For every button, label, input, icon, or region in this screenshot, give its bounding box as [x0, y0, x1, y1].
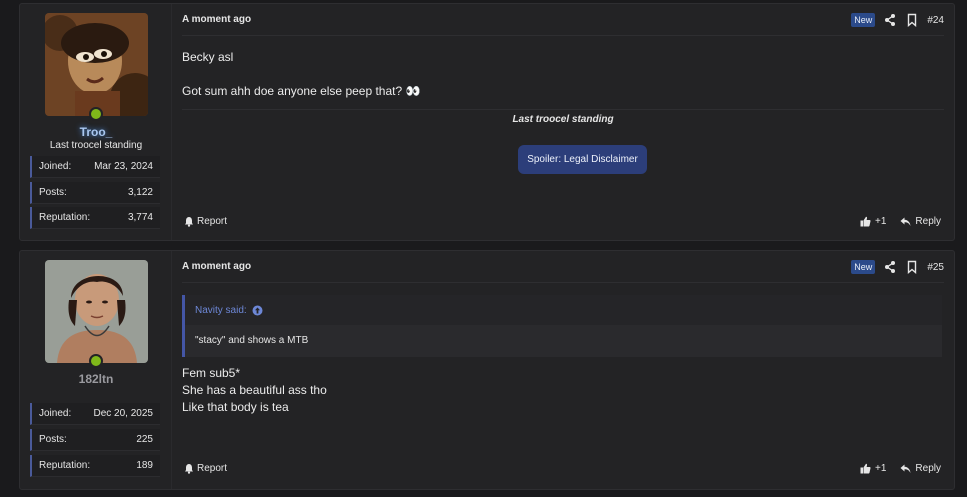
- post-footer-actions: +1 Reply: [860, 463, 941, 474]
- user-cell: Troo_ Last troocel standing Joined: Mar …: [20, 4, 172, 240]
- stat-joined: Joined: Mar 23, 2024: [30, 156, 160, 178]
- bell-icon: [185, 217, 193, 227]
- stat-value[interactable]: 3,122: [128, 187, 153, 198]
- reply-icon: [900, 464, 911, 473]
- bookmark-icon[interactable]: [905, 260, 919, 275]
- user-title: Last troocel standing: [49, 140, 143, 151]
- post-24: Troo_ Last troocel standing Joined: Mar …: [19, 3, 955, 241]
- message-line: Becky asl: [182, 50, 234, 64]
- share-icon[interactable]: [883, 260, 897, 274]
- stat-posts: Posts: 3,122: [30, 182, 160, 204]
- reply-icon: [900, 217, 911, 226]
- message-line: Got sum ahh doe anyone else peep that? 👀: [182, 84, 421, 98]
- reply-button[interactable]: Reply: [900, 463, 941, 474]
- stat-label: Joined:: [39, 408, 72, 419]
- post-header-actions: New #25: [851, 260, 944, 275]
- new-badge: New: [851, 260, 876, 274]
- post-number[interactable]: #24: [927, 15, 944, 26]
- stat-value: 3,774: [127, 212, 153, 223]
- stat-label: Reputation:: [39, 460, 91, 471]
- bell-icon: [185, 464, 193, 474]
- reply-label: Reply: [915, 463, 941, 474]
- quote-text: "stacy" and shows a MTB: [195, 335, 309, 346]
- divider: [182, 35, 944, 36]
- post-25: 182ltn Joined: Dec 20, 2025 Posts: 225 R…: [19, 250, 955, 490]
- thumbs-up-icon: [860, 463, 871, 474]
- signature-divider: [182, 109, 944, 110]
- divider: [182, 282, 944, 283]
- spoiler-button[interactable]: Spoiler: Legal Disclaimer: [518, 145, 647, 174]
- stat-posts: Posts: 225: [30, 429, 160, 451]
- message-line: Like that body is tea: [182, 400, 289, 414]
- message-line: Fem sub5*: [182, 366, 241, 380]
- report-button[interactable]: Report: [184, 463, 227, 474]
- username[interactable]: Troo_: [20, 125, 172, 139]
- reply-label: Reply: [915, 216, 941, 227]
- arrow-up-circle-icon[interactable]: [252, 305, 263, 316]
- quote-block: Navity said: "stacy" and shows a MTB: [182, 295, 942, 357]
- like-count: +1: [875, 463, 887, 474]
- like-button[interactable]: +1: [860, 216, 886, 227]
- post-timestamp[interactable]: A moment ago: [182, 261, 251, 272]
- report-label: Report: [197, 216, 228, 227]
- stat-joined: Joined: Dec 20, 2025: [30, 403, 160, 425]
- message-line: She has a beautiful ass tho: [182, 383, 327, 397]
- post-header-actions: New #24: [851, 13, 944, 28]
- signature: Last troocel standing: [512, 114, 614, 125]
- post-content: A moment ago New #24 Becky asl Got sum a…: [172, 4, 954, 240]
- stat-reputation: Reputation: 3,774: [30, 207, 160, 229]
- post-content: A moment ago New #25 Navity said: "stacy…: [172, 251, 954, 489]
- stat-label: Posts:: [39, 187, 67, 198]
- avatar[interactable]: [45, 260, 148, 363]
- stat-label: Posts:: [39, 434, 67, 445]
- username[interactable]: 182ltn: [20, 372, 172, 386]
- stat-value[interactable]: 225: [136, 434, 153, 445]
- share-icon[interactable]: [883, 13, 897, 27]
- post-timestamp[interactable]: A moment ago: [182, 14, 251, 25]
- new-badge: New: [851, 13, 876, 27]
- post-footer-actions: +1 Reply: [860, 216, 941, 227]
- stat-value: Dec 20, 2025: [93, 408, 154, 419]
- quote-header[interactable]: Navity said:: [185, 295, 942, 325]
- report-button[interactable]: Report: [184, 216, 227, 227]
- stat-label: Joined:: [39, 161, 72, 172]
- like-count: +1: [875, 216, 887, 227]
- reply-button[interactable]: Reply: [900, 216, 941, 227]
- stat-value: Mar 23, 2024: [94, 161, 153, 172]
- bookmark-icon[interactable]: [905, 13, 919, 28]
- post-number[interactable]: #25: [927, 262, 944, 273]
- stat-label: Reputation:: [39, 212, 91, 223]
- stat-value: 189: [136, 460, 153, 471]
- online-indicator: [89, 107, 103, 121]
- user-cell: 182ltn Joined: Dec 20, 2025 Posts: 225 R…: [20, 251, 172, 489]
- avatar[interactable]: [45, 13, 148, 116]
- report-label: Report: [197, 463, 228, 474]
- like-button[interactable]: +1: [860, 463, 886, 474]
- stat-reputation: Reputation: 189: [30, 455, 160, 477]
- thumbs-up-icon: [860, 216, 871, 227]
- online-indicator: [89, 354, 103, 368]
- quote-author[interactable]: Navity said:: [195, 305, 247, 316]
